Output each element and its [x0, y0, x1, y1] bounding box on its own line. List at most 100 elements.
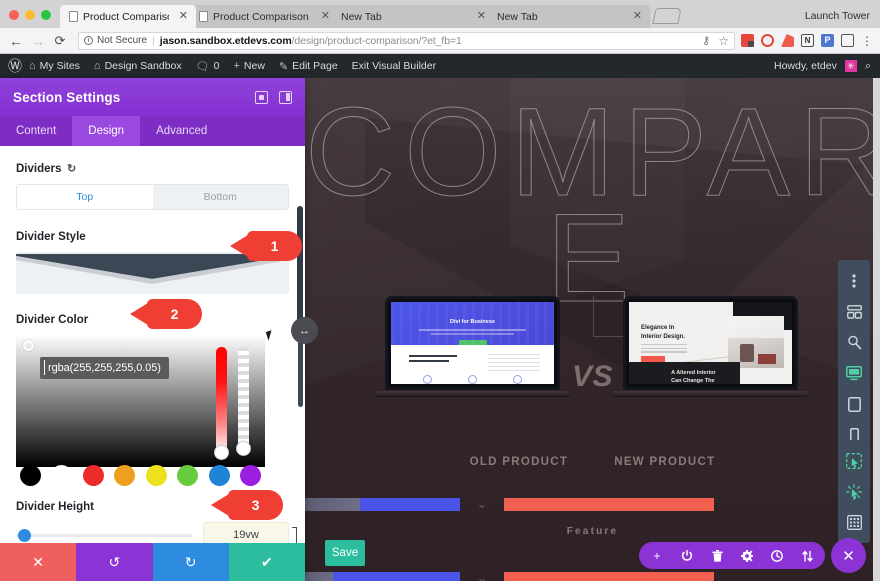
color-value-input[interactable]: rgba(255,255,255,0.05) [40, 357, 169, 379]
notion-extension-icon[interactable]: N [801, 34, 814, 47]
tab-design[interactable]: Design [72, 116, 141, 146]
history-icon[interactable] [763, 542, 791, 569]
alpha-slider-knob[interactable] [236, 441, 251, 456]
swatch-purple[interactable] [239, 464, 261, 486]
browser-tab-4[interactable]: New Tab ✕ [488, 5, 650, 28]
opera-extension-icon[interactable] [761, 34, 774, 47]
divider-height-slider[interactable] [16, 528, 192, 542]
admin-bar-item-exit-visual-builder[interactable]: Exit Visual Builder [345, 54, 443, 78]
page-preview-canvas[interactable]: COMPAR E Divi for Business Elegance In I… [305, 78, 880, 581]
tab-close-icon[interactable]: ✕ [179, 11, 188, 22]
panel-footer: ✕ ↺ ↻ ✔ [0, 543, 305, 581]
alpha-slider[interactable] [238, 347, 249, 455]
swatch-black[interactable] [20, 464, 41, 486]
extension-1-icon[interactable] [741, 34, 754, 47]
back-button[interactable]: ← [5, 33, 27, 49]
extension-3-icon[interactable] [781, 34, 794, 47]
avatar[interactable] [844, 60, 857, 72]
settings-icon[interactable] [733, 542, 761, 569]
tab-label: Product Comparison | Design [213, 10, 311, 23]
panel-header: Section Settings [0, 78, 305, 116]
laptop-old-product[interactable]: Divi for Business [375, 296, 570, 396]
swatch-blue[interactable] [208, 464, 230, 486]
panel-resize-handle[interactable]: ↔ [291, 317, 318, 344]
wireframe-icon[interactable] [838, 297, 870, 326]
maximize-window-button[interactable] [41, 10, 51, 20]
browser-tab-1[interactable]: Product Comparison | Design ✕ [60, 5, 196, 28]
segment-top[interactable]: Top [17, 185, 153, 209]
expand-icon[interactable] [255, 90, 268, 104]
reset-icon[interactable]: ↺ [67, 162, 76, 175]
forward-button[interactable]: → [27, 33, 49, 49]
close-window-button[interactable] [9, 10, 19, 20]
close-builder-button[interactable]: ✕ [831, 538, 866, 573]
swatch-white[interactable] [51, 464, 73, 486]
admin-bar-item-comments[interactable]: 🗨 0 [189, 54, 227, 78]
laptop-screen: Divi for Business [391, 302, 554, 384]
swatch-orange[interactable] [114, 464, 136, 486]
browser-tab-2[interactable]: Product Comparison | Design ✕ [190, 5, 338, 28]
split-view-icon[interactable] [279, 90, 292, 104]
browser-tab-3[interactable]: New Tab ✕ [332, 5, 494, 28]
admin-bar-item-design-sandbox[interactable]: ⌂ Design Sandbox [87, 54, 189, 78]
redo-button[interactable]: ↻ [152, 543, 229, 581]
desktop-view-icon[interactable] [838, 359, 870, 388]
new-tab-button[interactable] [652, 8, 682, 24]
minimize-window-button[interactable] [25, 10, 35, 20]
swatch-yellow[interactable] [145, 464, 167, 486]
tablet-view-icon[interactable] [838, 390, 870, 419]
extension-6-icon[interactable] [841, 34, 854, 47]
site-info-icon[interactable]: i [84, 36, 93, 45]
chevron-down-icon[interactable]: ⌄ [460, 496, 504, 512]
cancel-button[interactable]: ✕ [0, 543, 77, 581]
launch-tower-label[interactable]: Launch Tower [805, 10, 880, 28]
tab-advanced[interactable]: Advanced [140, 116, 223, 146]
swatch-green[interactable] [177, 464, 199, 486]
hover-mode-icon[interactable] [838, 477, 870, 506]
address-bar[interactable]: i Not Secure | jason.sandbox.etdevs.com … [78, 31, 735, 50]
reload-button[interactable]: ⟳ [49, 33, 71, 49]
admin-bar-item-new[interactable]: + New [226, 54, 271, 78]
howdy-label[interactable]: Howdy, etdev [774, 60, 837, 72]
hue-slider[interactable] [216, 347, 227, 455]
search-icon[interactable] [838, 328, 870, 357]
admin-bar-item-edit-page[interactable]: ✎ Edit Page [272, 54, 345, 78]
saturation-brightness-area[interactable] [16, 335, 265, 467]
divider-height-input[interactable]: 19vw [203, 522, 297, 543]
more-options-icon[interactable] [838, 266, 870, 295]
color-cursor[interactable] [23, 340, 34, 351]
wordpress-logo-icon[interactable]: Ⓦ [0, 56, 22, 76]
password-key-icon[interactable]: ⚷ [702, 34, 710, 47]
chevron-down-icon[interactable]: ⌄ [460, 570, 504, 581]
page-scrollbar[interactable] [873, 78, 880, 581]
site-b-interior-photo [728, 316, 784, 368]
sort-icon[interactable] [793, 542, 821, 569]
tab-content[interactable]: Content [0, 116, 72, 146]
color-picker[interactable]: rgba(255,255,255,0.05) [16, 335, 265, 487]
bookmark-star-icon[interactable]: ☆ [718, 34, 729, 48]
click-mode-icon[interactable] [838, 446, 870, 475]
power-icon[interactable] [673, 542, 701, 569]
search-icon[interactable]: ⌕ [865, 60, 871, 73]
tab-close-icon[interactable]: ✕ [477, 11, 486, 22]
pocket-extension-icon[interactable]: P [821, 34, 834, 47]
trash-icon[interactable] [703, 542, 731, 569]
browser-toolbar: ← → ⟳ i Not Secure | jason.sandbox.etdev… [0, 28, 880, 54]
undo-button[interactable]: ↺ [76, 543, 153, 581]
laptop-new-product[interactable]: Elegance In Interior Design. A Altered I… [613, 296, 808, 396]
hue-slider-knob[interactable] [214, 445, 229, 460]
segment-bottom[interactable]: Bottom [152, 185, 288, 209]
tab-close-icon[interactable]: ✕ [633, 11, 642, 22]
add-icon[interactable]: + [643, 542, 671, 569]
save-button[interactable]: Save [325, 540, 365, 566]
slider-thumb[interactable] [18, 528, 31, 542]
admin-bar-item-my-sites[interactable]: ⌂ My Sites [22, 54, 87, 78]
grid-mode-icon[interactable] [838, 508, 870, 537]
browser-menu-icon[interactable]: ⋮ [861, 34, 873, 48]
window-traffic-lights [0, 10, 60, 28]
tab-close-icon[interactable]: ✕ [321, 11, 330, 22]
page-favicon-icon [199, 11, 208, 22]
bar-old-grey [305, 571, 333, 581]
save-settings-button[interactable]: ✔ [228, 543, 305, 581]
swatch-red[interactable] [82, 464, 104, 486]
